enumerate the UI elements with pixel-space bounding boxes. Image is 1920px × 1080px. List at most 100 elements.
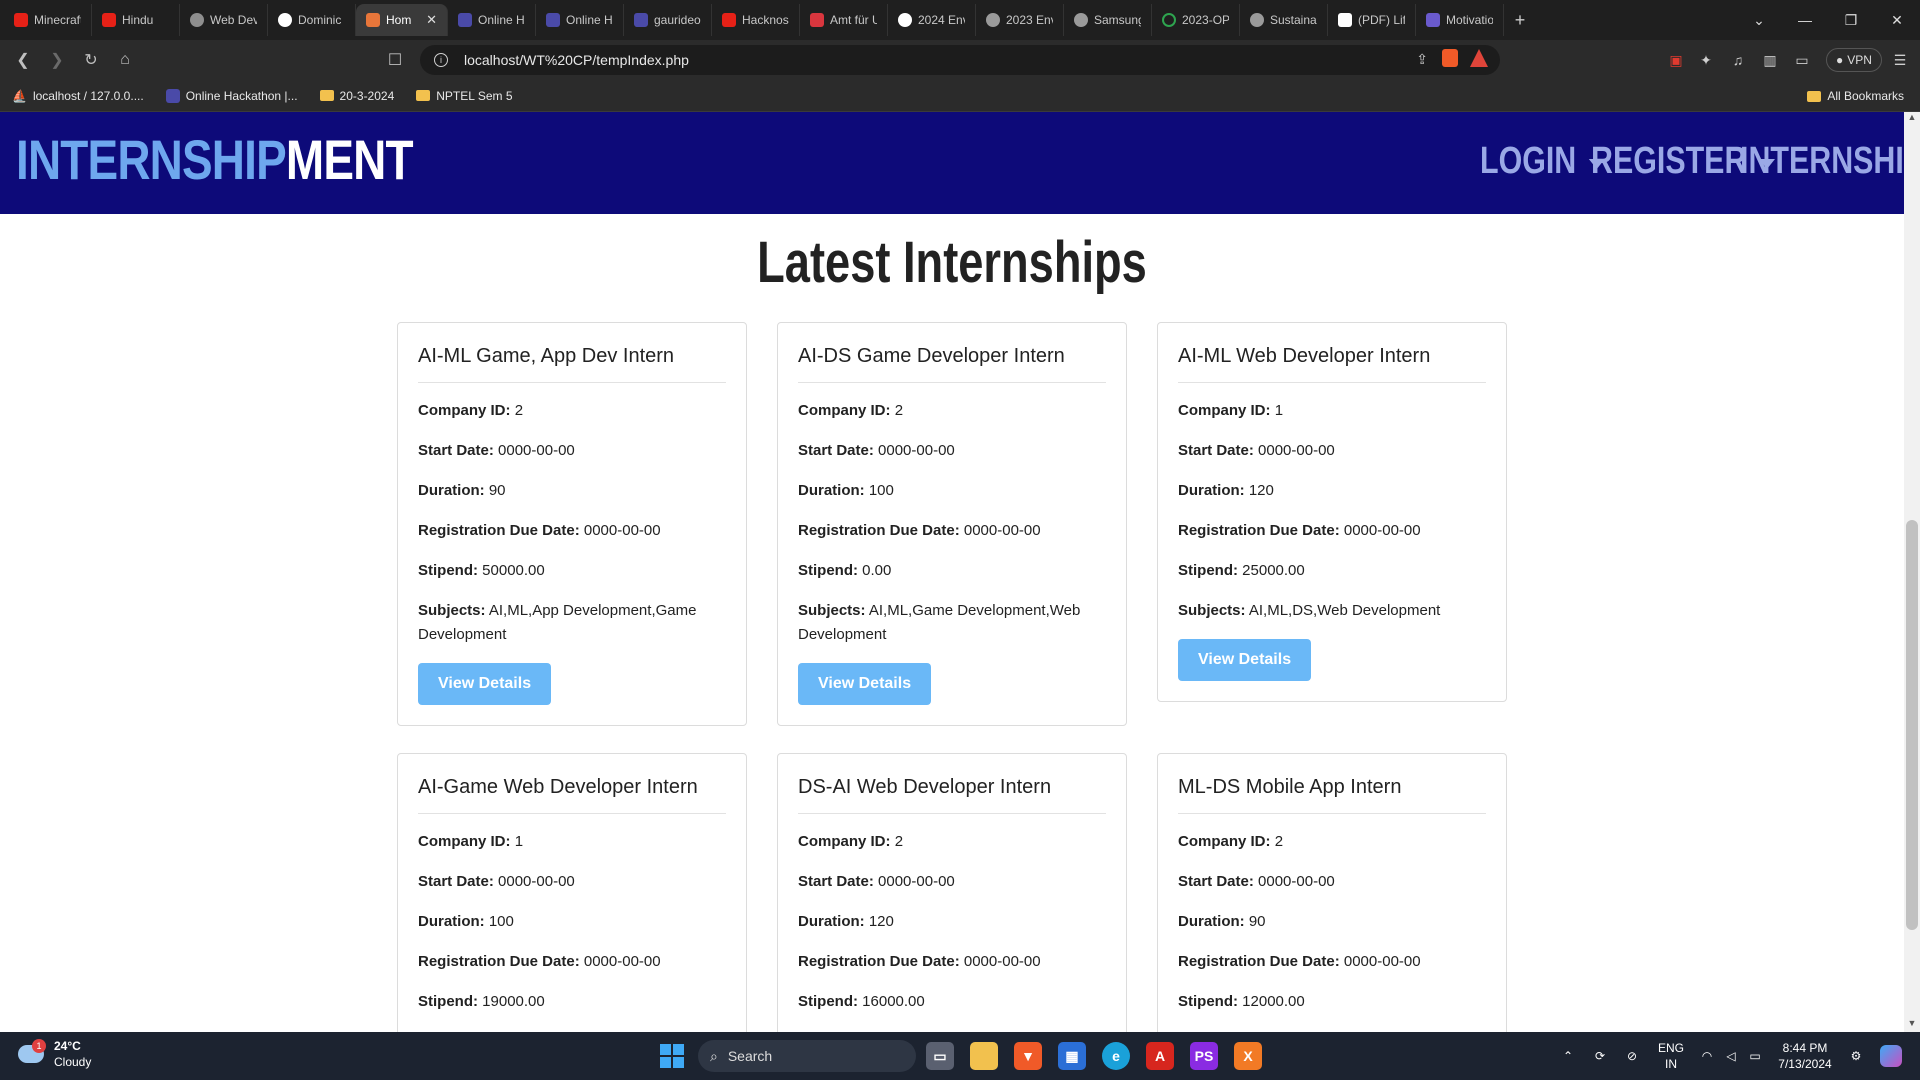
close-window-button[interactable]: ✕ [1874, 0, 1920, 40]
globe-icon [1250, 13, 1264, 27]
browser-tab[interactable]: (PDF) Life [1328, 4, 1416, 36]
start-button[interactable] [660, 1044, 684, 1068]
vpn-button[interactable]: ● VPN [1826, 48, 1882, 72]
youtube-icon [14, 13, 28, 27]
bookmark-item[interactable]: ⛵ localhost / 127.0.0.... [12, 89, 144, 103]
bookmark-icon[interactable]: ☐ [378, 43, 412, 77]
search-icon: ⌕ [710, 1047, 718, 1064]
scroll-down-icon[interactable]: ▼ [1904, 1018, 1920, 1032]
bookmark-folder[interactable]: NPTEL Sem 5 [416, 89, 513, 103]
notification-badge: 1 [32, 1039, 46, 1053]
clock[interactable]: 8:44 PM 7/13/2024 [1770, 1032, 1840, 1080]
browser-tab[interactable]: Online Ha [536, 4, 624, 36]
browser-tab[interactable]: Amt für U [800, 4, 888, 36]
reg-due-field: Registration Due Date: 0000-00-00 [418, 522, 661, 539]
start-date-field: Start Date: 0000-00-00 [798, 873, 955, 890]
restore-button[interactable]: ❐ [1828, 0, 1874, 40]
file-explorer-icon[interactable] [970, 1042, 998, 1070]
browser-tab[interactable]: Minecraft [4, 4, 92, 36]
card-title: ML-DS Mobile App Intern [1178, 776, 1486, 814]
cloud-off-icon[interactable]: ⊘ [1620, 1032, 1644, 1080]
site-logo[interactable]: INTERNSHIPMENT [16, 132, 414, 188]
microsoft-store-icon[interactable]: ▦ [1058, 1042, 1086, 1070]
browser-tab-strip: Minecraft Hindu Web Dev Dominic Hom ✕ Onl… [0, 0, 1920, 40]
close-tab-icon[interactable]: ✕ [426, 12, 437, 28]
bookmark-item[interactable]: Online Hackathon |... [165, 88, 298, 103]
brave-rewards-icon[interactable] [1470, 49, 1488, 67]
reg-due-field: Registration Due Date: 0000-00-00 [798, 953, 1041, 970]
researchgate-icon [1338, 13, 1352, 27]
company-id-field: Company ID: 1 [1178, 402, 1284, 419]
copilot-icon[interactable] [1876, 1032, 1906, 1080]
volume-icon[interactable]: ◁ [1720, 1032, 1742, 1080]
address-bar[interactable]: i localhost/WT%20CP/tempIndex.php ⇪ [420, 45, 1500, 75]
browser-tab[interactable]: Hacknosi [712, 4, 800, 36]
nav-internships[interactable]: INTERNSHIPS [1740, 142, 1920, 180]
browser-tab-active[interactable]: Hom ✕ [356, 4, 448, 36]
browser-tab[interactable]: Motivatio [1416, 4, 1504, 36]
edge-icon[interactable]: e [1102, 1042, 1130, 1070]
browser-tab[interactable]: 2024 Envi [888, 4, 976, 36]
phpstorm-icon[interactable]: PS [1190, 1042, 1218, 1070]
extensions-icon[interactable]: ✦ [1694, 48, 1718, 72]
reload-icon[interactable]: ↻ [74, 43, 108, 77]
menu-icon[interactable]: ☰ [1888, 48, 1912, 72]
openai-icon [190, 13, 204, 27]
browser-tab[interactable]: Samsung [1064, 4, 1152, 36]
view-details-button[interactable]: View Details [418, 663, 552, 705]
taskbar-search[interactable]: ⌕ Search [698, 1040, 916, 1072]
view-details-button[interactable]: View Details [1178, 639, 1312, 681]
cloud-icon: 1 [18, 1039, 46, 1063]
battery-icon[interactable]: ▭ [1744, 1032, 1766, 1080]
home-icon[interactable]: ⌂ [108, 43, 142, 77]
pdf-extension-icon[interactable]: ▣ [1664, 48, 1688, 72]
reg-due-field: Registration Due Date: 0000-00-00 [1178, 953, 1421, 970]
sync-icon[interactable]: ⟳ [1588, 1032, 1612, 1080]
browser-tab[interactable]: Dominic [268, 4, 356, 36]
browser-tab[interactable]: Hindu [92, 4, 180, 36]
site-header: INTERNSHIPMENT LOGIN REGISTER INTERNSHIP… [0, 112, 1920, 214]
browser-tab[interactable]: 2023-OP [1152, 4, 1240, 36]
view-details-button[interactable]: View Details [798, 663, 932, 705]
browser-toolbar: ❮ ❯ ↻ ⌂ ☐ i localhost/WT%20CP/tempIndex.… [0, 40, 1920, 80]
xampp-icon[interactable]: X [1234, 1042, 1262, 1070]
subjects-field: Subjects: AI,ML,Game Development,Web Dev… [798, 602, 1081, 643]
weather-desc: Cloudy [54, 1055, 92, 1069]
browser-tab[interactable]: Web Dev [180, 4, 268, 36]
task-view-icon[interactable]: ▭ [926, 1042, 954, 1070]
chevron-up-icon[interactable]: ⌃ [1556, 1032, 1580, 1080]
minimize-button[interactable]: — [1782, 0, 1828, 40]
bookmark-folder[interactable]: 20-3-2024 [319, 89, 394, 103]
internship-card: AI-ML Web Developer Intern Company ID: 1… [1157, 322, 1507, 702]
nav-login[interactable]: LOGIN [1480, 142, 1606, 180]
weather-widget[interactable]: 1 24°C Cloudy [18, 1038, 91, 1070]
duration-field: Duration: 100 [418, 913, 514, 930]
wallet-icon[interactable]: ▭ [1790, 48, 1814, 72]
brave-shields-icon[interactable] [1442, 49, 1458, 67]
all-bookmarks-button[interactable]: All Bookmarks [1807, 80, 1904, 112]
browser-tab[interactable]: gaurideo [624, 4, 712, 36]
sidebar-icon[interactable]: ▥ [1758, 48, 1782, 72]
language-indicator[interactable]: ENG IN [1654, 1032, 1688, 1080]
forward-icon[interactable]: ❯ [40, 43, 74, 77]
acrobat-icon[interactable]: A [1146, 1042, 1174, 1070]
browser-tab[interactable]: 2023 Envi [976, 4, 1064, 36]
url-text[interactable]: localhost/WT%20CP/tempIndex.php [464, 52, 689, 68]
internship-card: AI-ML Game, App Dev Intern Company ID: 2… [397, 322, 747, 726]
media-icon[interactable]: ♫ [1726, 48, 1750, 72]
page-scrollbar-thumb[interactable] [1906, 520, 1918, 930]
wifi-icon[interactable]: ◠ [1696, 1032, 1718, 1080]
browser-tab[interactable]: Sustainab [1240, 4, 1328, 36]
phpmyadmin-icon: ⛵ [12, 88, 27, 103]
back-icon[interactable]: ❮ [6, 43, 40, 77]
globe-icon [898, 13, 912, 27]
new-tab-button[interactable]: + [1504, 10, 1536, 31]
tab-search-button[interactable]: ⌄ [1736, 0, 1782, 40]
notification-icon[interactable]: ⚙ [1844, 1032, 1868, 1080]
internship-card: ML-DS Mobile App Intern Company ID: 2 St… [1157, 753, 1507, 1032]
site-info-icon[interactable]: i [434, 53, 448, 67]
browser-tab[interactable]: Online Ha [448, 4, 536, 36]
brave-browser-icon[interactable]: ▼ [1014, 1042, 1042, 1070]
share-icon[interactable]: ⇪ [1416, 51, 1428, 68]
scroll-up-icon[interactable]: ▲ [1904, 112, 1920, 126]
